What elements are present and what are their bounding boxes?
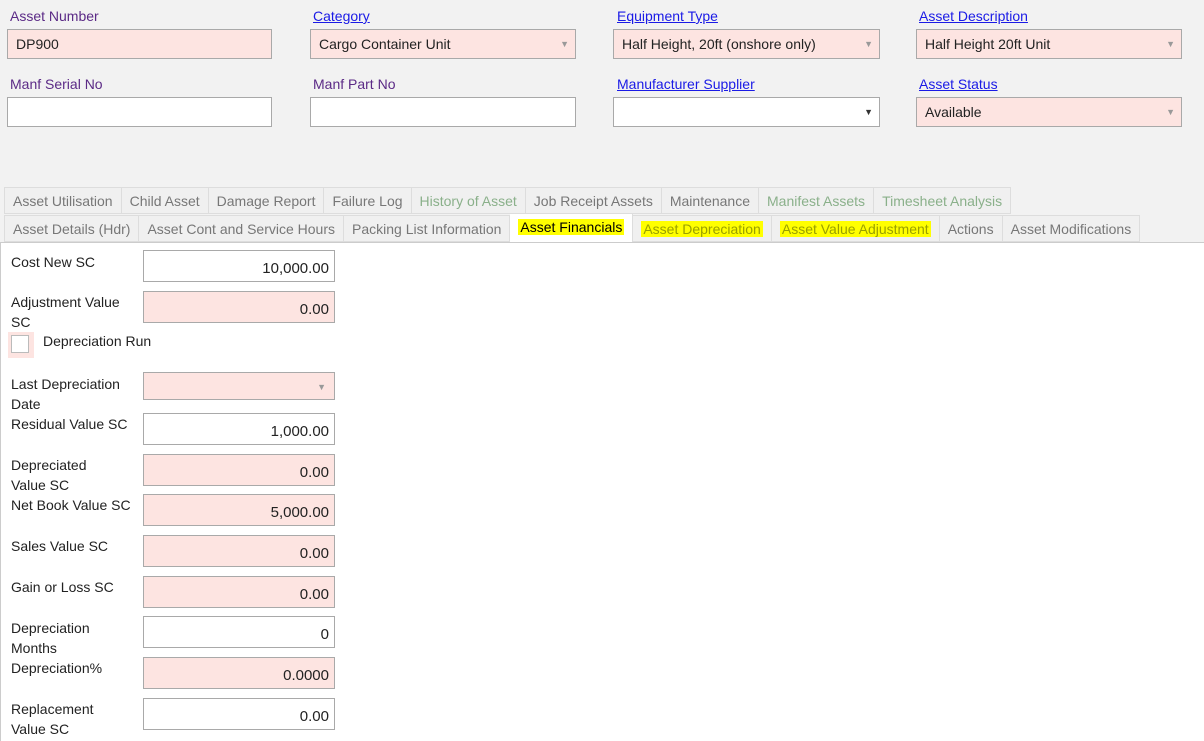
gain-or-loss-input[interactable]: 0.00 bbox=[143, 576, 335, 608]
tab-asset-details-hdr[interactable]: Asset Details (Hdr) bbox=[4, 215, 140, 242]
tab-damage-report[interactable]: Damage Report bbox=[208, 187, 325, 214]
manf-part-input[interactable] bbox=[310, 97, 576, 127]
asset-status-link[interactable]: Asset Status bbox=[919, 76, 998, 92]
net-book-value-label: Net Book Value SC bbox=[11, 497, 131, 513]
asset-status-value: Available bbox=[925, 104, 982, 120]
manufacturer-supplier-link[interactable]: Manufacturer Supplier bbox=[617, 76, 755, 92]
tab-timesheet-analysis[interactable]: Timesheet Analysis bbox=[874, 187, 1012, 214]
depreciation-months-label: Depreciation Months bbox=[11, 620, 90, 656]
tab-asset-depreciation-label: Asset Depreciation bbox=[641, 221, 763, 237]
tab-history-of-asset[interactable]: History of Asset bbox=[411, 187, 526, 214]
depreciation-run-checkbox[interactable] bbox=[8, 332, 34, 358]
tab-asset-value-adjustment-label: Asset Value Adjustment bbox=[779, 221, 931, 237]
adjustment-value-input[interactable]: 0.00 bbox=[143, 291, 335, 323]
tab-packing-list-information[interactable]: Packing List Information bbox=[344, 215, 511, 242]
last-depreciation-date-label: Last Depreciation Date bbox=[11, 376, 120, 412]
category-value: Cargo Container Unit bbox=[319, 36, 451, 52]
tab-child-asset[interactable]: Child Asset bbox=[121, 187, 209, 214]
replacement-value-label: Replacement Value SC bbox=[11, 701, 94, 737]
residual-value-label: Residual Value SC bbox=[11, 416, 128, 432]
tab-asset-value-adjustment[interactable]: Asset Value Adjustment bbox=[771, 215, 940, 242]
tab-manifest-assets[interactable]: Manifest Assets bbox=[759, 187, 875, 214]
checkbox-box bbox=[11, 335, 29, 353]
sales-value-label: Sales Value SC bbox=[11, 538, 109, 554]
chevron-down-icon: ▼ bbox=[560, 39, 569, 49]
cost-new-label: Cost New SC bbox=[11, 254, 96, 270]
equipment-type-select[interactable]: Half Height, 20ft (onshore only) ▼ bbox=[613, 29, 880, 59]
asset-number-label: Asset Number bbox=[10, 8, 99, 24]
residual-value-input[interactable]: 1,000.00 bbox=[143, 413, 335, 445]
tab-actions[interactable]: Actions bbox=[939, 215, 1003, 242]
net-book-value-input[interactable]: 5,000.00 bbox=[143, 494, 335, 526]
replacement-value-input[interactable]: 0.00 bbox=[143, 698, 335, 730]
cost-new-input[interactable]: 10,000.00 bbox=[143, 250, 335, 282]
tab-job-receipt-assets[interactable]: Job Receipt Assets bbox=[525, 187, 662, 214]
category-link[interactable]: Category bbox=[313, 8, 370, 24]
tab-row-2: Asset Details (Hdr) Asset Cont and Servi… bbox=[4, 213, 1141, 243]
manf-serial-input[interactable] bbox=[7, 97, 272, 127]
last-depreciation-date-select[interactable]: ▼ bbox=[143, 372, 335, 400]
depreciation-pct-label: Depreciation% bbox=[11, 660, 103, 676]
tab-asset-financials-label: Asset Financials bbox=[518, 219, 625, 235]
tab-asset-modifications[interactable]: Asset Modifications bbox=[1002, 215, 1141, 242]
chevron-down-icon: ▼ bbox=[864, 107, 873, 117]
tab-asset-utilisation[interactable]: Asset Utilisation bbox=[4, 187, 122, 214]
gain-or-loss-label: Gain or Loss SC bbox=[11, 579, 114, 595]
tab-asset-depreciation[interactable]: Asset Depreciation bbox=[633, 215, 772, 242]
manf-part-label: Manf Part No bbox=[313, 76, 396, 92]
equipment-type-value: Half Height, 20ft (onshore only) bbox=[622, 36, 816, 52]
chevron-down-icon: ▼ bbox=[864, 39, 873, 49]
depreciated-value-label: Depreciated Value SC bbox=[11, 457, 87, 493]
equipment-type-link[interactable]: Equipment Type bbox=[617, 8, 718, 24]
asset-description-select[interactable]: Half Height 20ft Unit ▼ bbox=[916, 29, 1182, 59]
chevron-down-icon: ▼ bbox=[317, 382, 326, 392]
manufacturer-supplier-select[interactable]: ▼ bbox=[613, 97, 880, 127]
tab-asset-financials[interactable]: Asset Financials bbox=[510, 213, 634, 242]
category-select[interactable]: Cargo Container Unit ▼ bbox=[310, 29, 576, 59]
asset-status-select[interactable]: Available ▼ bbox=[916, 97, 1182, 127]
sales-value-input[interactable]: 0.00 bbox=[143, 535, 335, 567]
manf-serial-label: Manf Serial No bbox=[10, 76, 103, 92]
chevron-down-icon: ▼ bbox=[1166, 39, 1175, 49]
depreciation-pct-input[interactable]: 0.0000 bbox=[143, 657, 335, 689]
tab-failure-log[interactable]: Failure Log bbox=[324, 187, 412, 214]
asset-number-input[interactable]: DP900 bbox=[7, 29, 272, 59]
tab-asset-cont-service-hours[interactable]: Asset Cont and Service Hours bbox=[139, 215, 344, 242]
chevron-down-icon: ▼ bbox=[1166, 107, 1175, 117]
tab-maintenance[interactable]: Maintenance bbox=[661, 187, 760, 214]
tab-row-1: Asset Utilisation Child Asset Damage Rep… bbox=[4, 187, 1012, 215]
asset-description-value: Half Height 20ft Unit bbox=[925, 36, 1051, 52]
depreciation-months-input[interactable]: 0 bbox=[143, 616, 335, 648]
adjustment-value-label: Adjustment Value SC bbox=[11, 294, 120, 330]
depreciation-run-label: Depreciation Run bbox=[43, 333, 152, 349]
asset-description-link[interactable]: Asset Description bbox=[919, 8, 1028, 24]
depreciated-value-input[interactable]: 0.00 bbox=[143, 454, 335, 486]
